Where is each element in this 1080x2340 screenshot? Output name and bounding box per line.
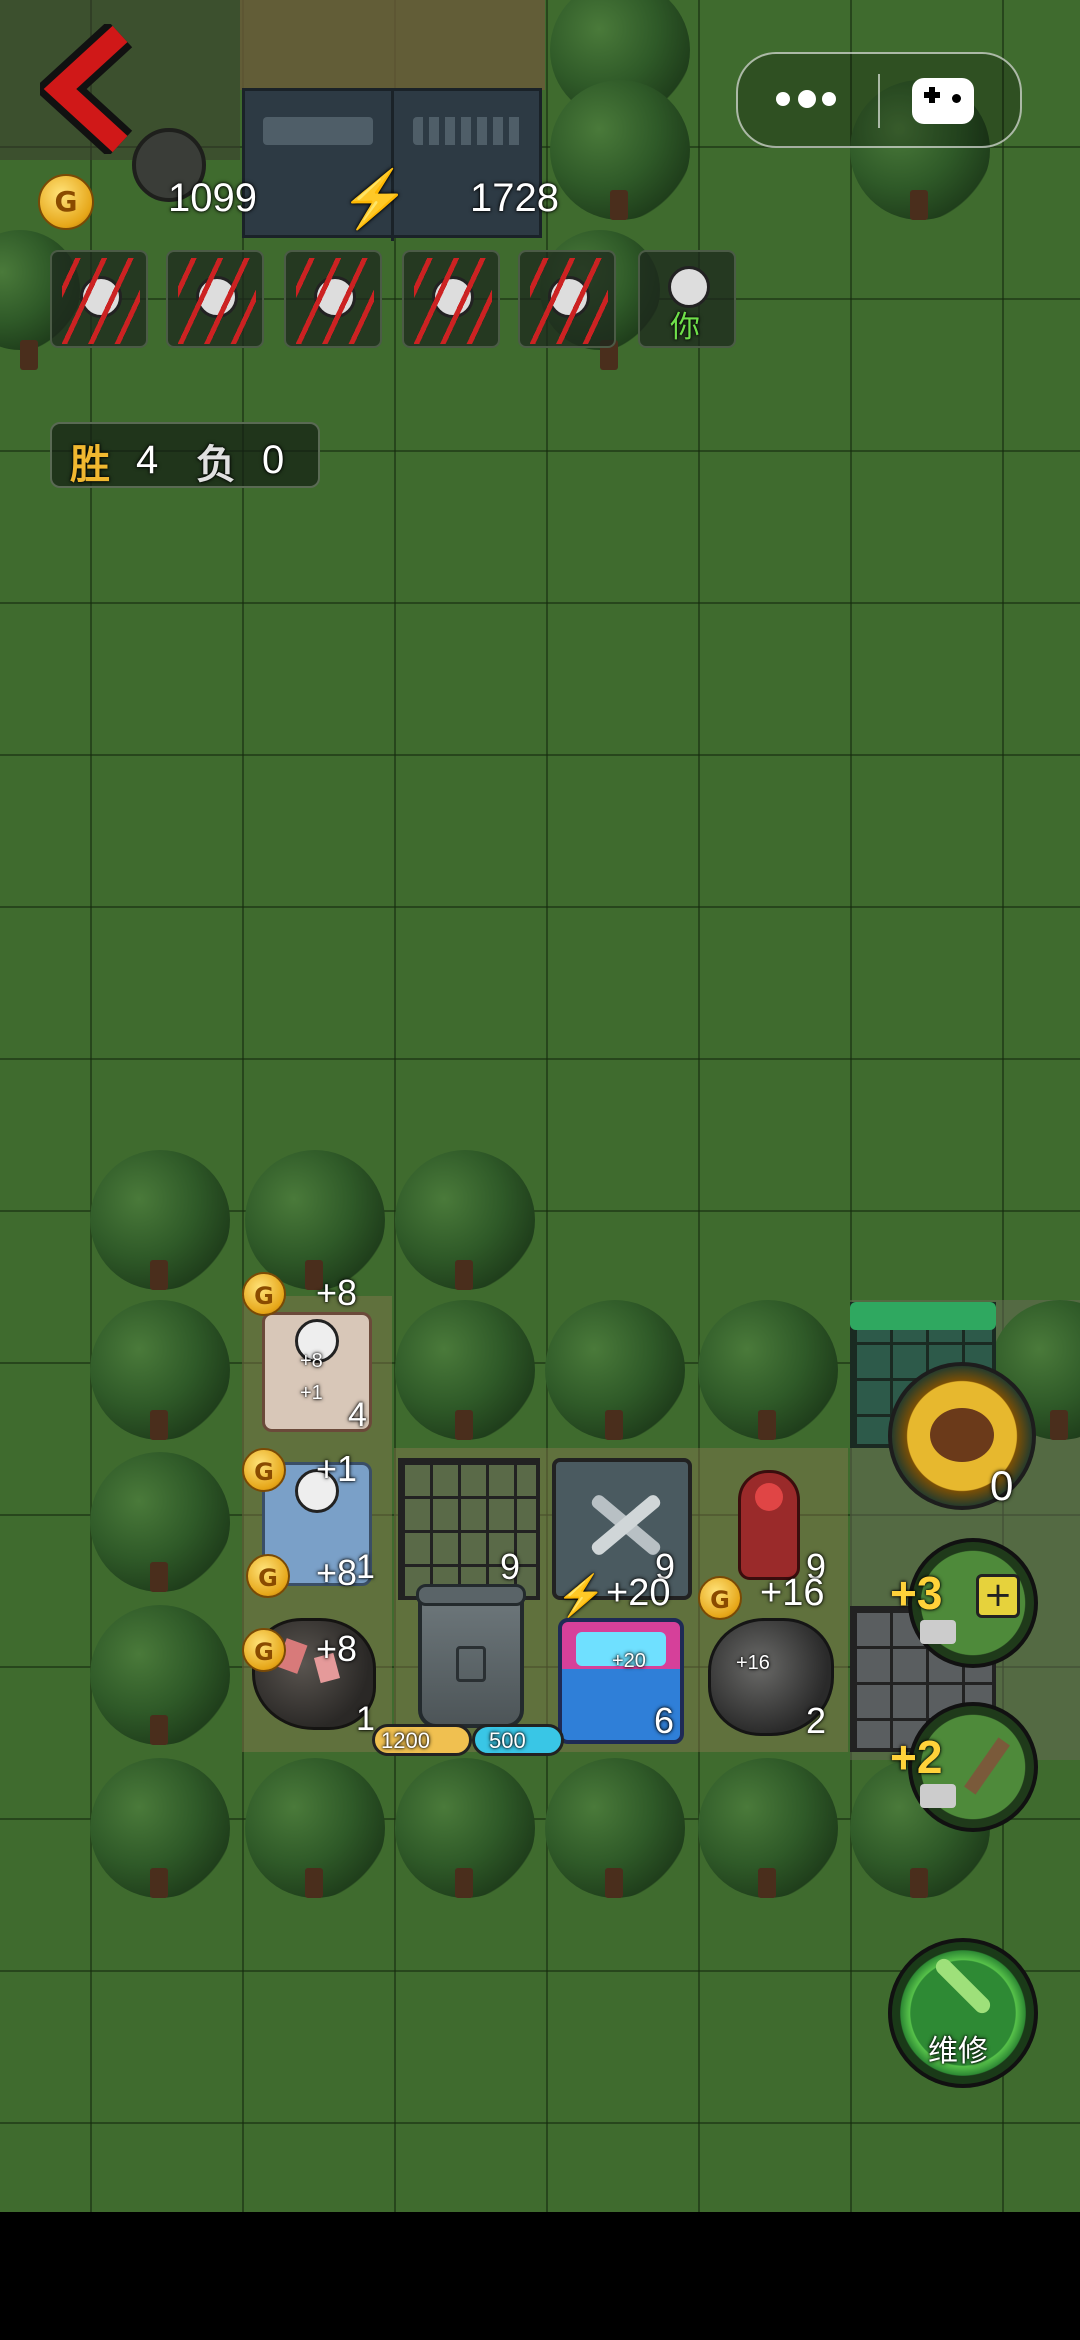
opponent-slot-defeated[interactable]	[518, 250, 616, 348]
gamepad-icon[interactable]	[912, 78, 974, 124]
coin-cost-value: 1200	[381, 1728, 430, 1753]
wrench-icon	[932, 1955, 994, 2017]
player-slot-self[interactable]: 你	[638, 250, 736, 348]
ore-income: +8	[316, 1628, 358, 1669]
coin-icon: G	[242, 1628, 286, 1672]
loss-label: 负	[196, 443, 236, 487]
bottom-bar	[0, 2212, 1080, 2340]
bed-level: 1	[356, 1548, 375, 1586]
tree	[395, 1758, 535, 1898]
loss-count: 0	[262, 438, 285, 482]
tree	[698, 1300, 838, 1440]
bed-income: +8	[316, 1272, 358, 1313]
video-ad-icon	[920, 1784, 956, 1808]
boss-monster-button[interactable]	[888, 1362, 1036, 1510]
repair-label: 维修	[928, 2035, 988, 2068]
win-count: 4	[136, 438, 159, 482]
mini-program-capsule	[736, 52, 1022, 148]
tree	[245, 1758, 385, 1898]
turret-eye	[755, 1483, 783, 1511]
tree	[90, 1300, 230, 1440]
dig-bonus-value: +2	[890, 1731, 943, 1783]
trash-lid	[416, 1584, 526, 1606]
more-icon[interactable]	[776, 86, 836, 114]
video-ad-icon	[920, 1620, 956, 1644]
generator-energy: +20	[606, 1572, 671, 1614]
claw-scratch-icon	[296, 258, 374, 344]
self-label: 你	[670, 311, 700, 344]
ore-income: +16	[760, 1572, 825, 1614]
claw-scratch-icon	[62, 258, 140, 344]
trash-coin-cost: 1200	[372, 1724, 472, 1756]
back-button[interactable]	[33, 20, 140, 158]
bolt-icon: ⚡	[556, 1574, 606, 1618]
tree	[90, 1452, 230, 1592]
dirt-path	[240, 0, 545, 90]
claw-scratch-icon	[530, 258, 608, 344]
coin-icon: G	[242, 1448, 286, 1492]
game-board[interactable]: G +8 +8 +1 4 G +1 G +8 1 G +8 1 9 9 9 ⚡ …	[0, 0, 1080, 2212]
energy-cost-value: 500	[489, 1728, 526, 1753]
win-loss-panel: 胜 4 负 0	[50, 422, 320, 488]
coin-icon: G	[246, 1554, 290, 1598]
claw-scratch-icon	[414, 258, 492, 344]
ore-level: 2	[806, 1700, 827, 1741]
coin-count: 1099	[168, 176, 257, 220]
trash-icon	[456, 1646, 486, 1682]
monster-mouth-icon	[930, 1408, 994, 1462]
bed-level: 4	[348, 1396, 367, 1434]
build-bonus-value: +3	[890, 1567, 943, 1619]
tree	[395, 1300, 535, 1440]
capsule-divider	[878, 74, 880, 128]
tree	[90, 1150, 230, 1290]
trash-energy-cost: 500	[472, 1724, 564, 1756]
opponent-slot-defeated[interactable]	[50, 250, 148, 348]
coin-icon: G	[38, 174, 94, 230]
boss-count: 0	[990, 1462, 1014, 1509]
tree	[90, 1758, 230, 1898]
energy-icon: ⚡	[340, 167, 410, 230]
shovel-icon	[964, 1737, 1010, 1795]
back-arrow-icon	[33, 20, 133, 158]
tree	[90, 1605, 230, 1745]
plus-box-icon: +	[976, 1574, 1020, 1618]
bed-income: +8	[316, 1552, 358, 1593]
bed-income: +1	[316, 1448, 358, 1489]
vent	[263, 117, 373, 145]
opponent-slot-defeated[interactable]	[166, 250, 264, 348]
opponent-slot-defeated[interactable]	[284, 250, 382, 348]
health-bar	[850, 1302, 996, 1330]
trash-bin[interactable]	[416, 1584, 526, 1728]
tree	[545, 1758, 685, 1898]
tree	[545, 1300, 685, 1440]
coin-icon: G	[242, 1272, 286, 1316]
bed-sub-income: +8	[300, 1350, 323, 1372]
win-label: 胜	[70, 443, 110, 487]
opponent-slot-defeated[interactable]	[402, 250, 500, 348]
ore-inner: +16	[736, 1652, 770, 1674]
bed-sub-income: +1	[300, 1382, 323, 1404]
tree	[698, 1758, 838, 1898]
claw-scratch-icon	[178, 258, 256, 344]
door-level: 9	[500, 1546, 521, 1587]
ore-level: 1	[356, 1700, 375, 1738]
vent	[413, 117, 523, 145]
tree	[395, 1150, 535, 1290]
turret[interactable]	[738, 1470, 800, 1580]
tree	[245, 1150, 385, 1290]
generator-level: 6	[654, 1700, 675, 1741]
energy-count: 1728	[470, 176, 559, 220]
repair-button[interactable]: 维修	[888, 1938, 1038, 2088]
coin-icon: G	[698, 1576, 742, 1620]
generator-inner: +20	[612, 1650, 646, 1672]
tree	[550, 80, 690, 220]
